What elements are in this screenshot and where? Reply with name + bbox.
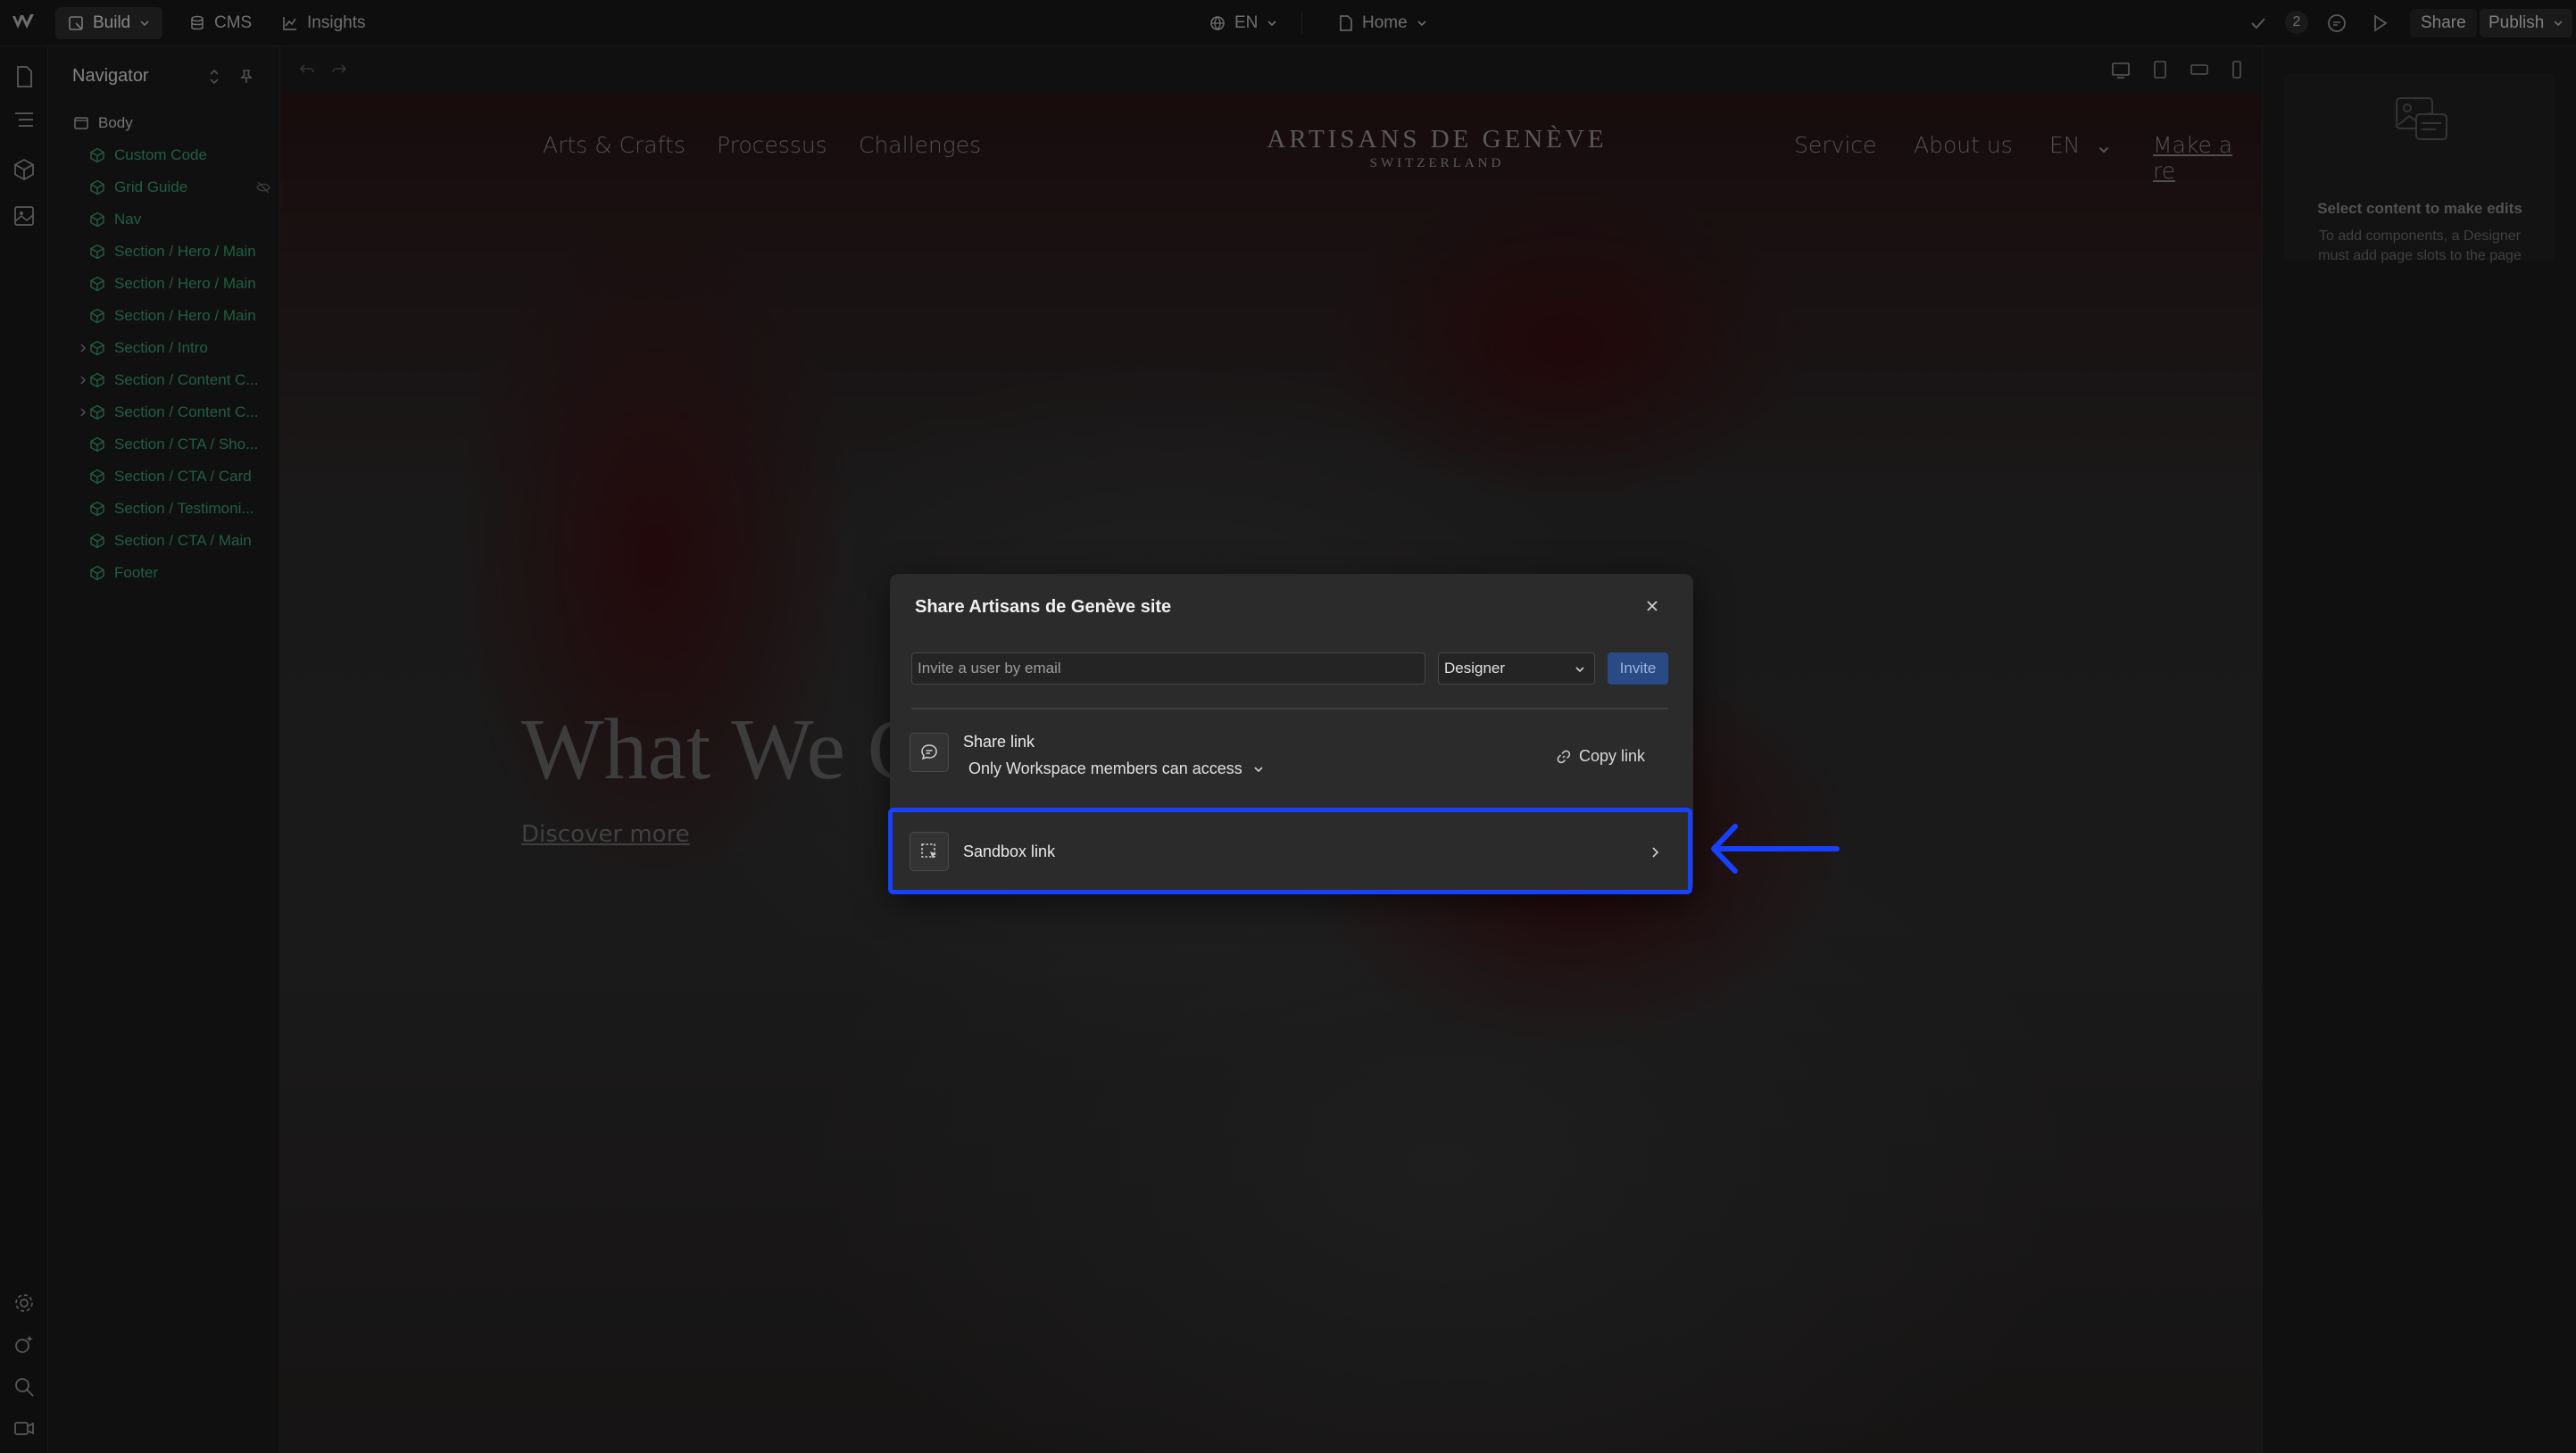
chat-bubble-icon [921,744,937,760]
invite-button[interactable]: Invite [1608,652,1668,685]
share-link-title: Share link [963,733,1035,751]
modal-divider [911,708,1668,710]
link-access-value: Only Workspace members can access [968,760,1242,777]
invite-email-input[interactable] [911,652,1425,685]
chevron-down-icon [1575,667,1584,673]
copy-link-label: Copy link [1579,747,1646,765]
role-select[interactable]: Designer [1438,652,1595,685]
copy-link-button[interactable]: Copy link [1556,747,1645,766]
close-icon[interactable] [1643,597,1661,615]
share-link-icon-box [910,733,949,772]
sandbox-link-highlight-box [888,808,1692,894]
modal-title: Share Artisans de Genève site [915,597,1172,617]
arrow-left-icon [1711,824,1840,874]
chevron-down-icon [1254,766,1263,772]
link-access-select[interactable]: Only Workspace members can access [968,760,1264,778]
role-selected-value: Designer [1444,660,1506,677]
link-icon [1557,750,1571,763]
